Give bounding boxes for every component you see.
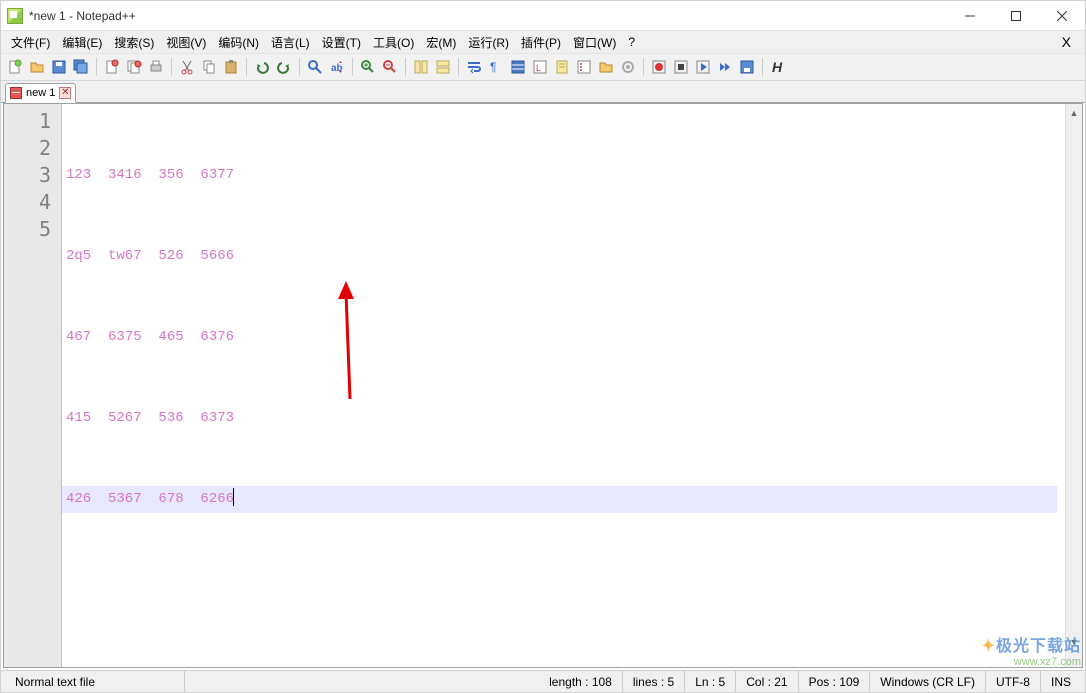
line-number: 1 bbox=[4, 108, 51, 135]
editor: 1 2 3 4 5 123 3416 356 6377 2q5 tw67 526… bbox=[3, 103, 1083, 668]
paste-icon[interactable] bbox=[221, 57, 241, 77]
app-icon bbox=[7, 8, 23, 24]
line-number: 5 bbox=[4, 216, 51, 243]
svg-text:H: H bbox=[772, 59, 783, 75]
save-macro-icon[interactable] bbox=[737, 57, 757, 77]
code-area[interactable]: 123 3416 356 6377 2q5 tw67 526 5666 467 … bbox=[62, 104, 1065, 667]
window-title: *new 1 - Notepad++ bbox=[29, 9, 136, 23]
status-lines: lines : 5 bbox=[623, 671, 685, 692]
menu-edit[interactable]: 编辑(E) bbox=[56, 32, 108, 53]
menu-run[interactable]: 运行(R) bbox=[462, 32, 515, 53]
menu-close-x[interactable]: X bbox=[1052, 32, 1081, 52]
save-all-icon[interactable] bbox=[71, 57, 91, 77]
tab-close-icon[interactable]: ✕ bbox=[59, 87, 71, 99]
menu-tools[interactable]: 工具(O) bbox=[367, 32, 420, 53]
code-line: 467 6375 465 6376 bbox=[66, 324, 1065, 351]
stop-macro-icon[interactable] bbox=[671, 57, 691, 77]
zoom-out-icon[interactable] bbox=[380, 57, 400, 77]
tabbar: new 1 ✕ bbox=[1, 81, 1085, 103]
svg-text:¶: ¶ bbox=[490, 60, 496, 74]
caret bbox=[233, 488, 234, 506]
svg-text:L: L bbox=[536, 63, 541, 73]
tab-label: new 1 bbox=[26, 87, 55, 99]
redo-icon[interactable] bbox=[274, 57, 294, 77]
undo-icon[interactable] bbox=[252, 57, 272, 77]
statusbar: Normal text file length : 108 lines : 5 … bbox=[1, 670, 1085, 692]
line-number: 3 bbox=[4, 162, 51, 189]
tab-unsaved-icon bbox=[10, 87, 22, 99]
status-eol[interactable]: Windows (CR LF) bbox=[870, 671, 986, 692]
cut-icon[interactable] bbox=[177, 57, 197, 77]
show-all-chars-icon[interactable]: ¶ bbox=[486, 57, 506, 77]
status-filetype: Normal text file bbox=[5, 671, 185, 692]
lang-icon[interactable]: L bbox=[530, 57, 550, 77]
scroll-up-icon[interactable]: ▲ bbox=[1066, 104, 1082, 121]
maximize-button[interactable] bbox=[993, 1, 1039, 31]
find-icon[interactable] bbox=[305, 57, 325, 77]
sync-v-icon[interactable] bbox=[411, 57, 431, 77]
titlebar: *new 1 - Notepad++ bbox=[1, 1, 1085, 31]
replace-icon[interactable]: ab bbox=[327, 57, 347, 77]
new-file-icon[interactable] bbox=[5, 57, 25, 77]
zoom-in-icon[interactable] bbox=[358, 57, 378, 77]
status-encoding[interactable]: UTF-8 bbox=[986, 671, 1041, 692]
doc-map-icon[interactable] bbox=[552, 57, 572, 77]
tab-new-1[interactable]: new 1 ✕ bbox=[5, 83, 76, 103]
menu-window[interactable]: 窗口(W) bbox=[567, 32, 622, 53]
play-macro-icon[interactable] bbox=[693, 57, 713, 77]
toolbar: ab ¶ L H bbox=[1, 53, 1085, 81]
status-col: Col : 21 bbox=[736, 671, 798, 692]
status-pos: Pos : 109 bbox=[799, 671, 871, 692]
menu-view[interactable]: 视图(V) bbox=[160, 32, 212, 53]
print-icon[interactable] bbox=[146, 57, 166, 77]
status-ln: Ln : 5 bbox=[685, 671, 736, 692]
folder-workspace-icon[interactable] bbox=[596, 57, 616, 77]
menu-plugins[interactable]: 插件(P) bbox=[515, 32, 567, 53]
code-line: 123 3416 356 6377 bbox=[66, 162, 1065, 189]
code-line-current: 426 5367 678 6266 bbox=[62, 486, 1057, 513]
copy-icon[interactable] bbox=[199, 57, 219, 77]
func-list-icon[interactable] bbox=[574, 57, 594, 77]
scroll-down-icon[interactable]: ▼ bbox=[1066, 633, 1082, 650]
line-number: 2 bbox=[4, 135, 51, 162]
open-file-icon[interactable] bbox=[27, 57, 47, 77]
close-file-icon[interactable] bbox=[102, 57, 122, 77]
menu-help[interactable]: ? bbox=[622, 33, 641, 51]
save-icon[interactable] bbox=[49, 57, 69, 77]
status-mode[interactable]: INS bbox=[1041, 671, 1081, 692]
play-multi-icon[interactable] bbox=[715, 57, 735, 77]
minimize-button[interactable] bbox=[947, 1, 993, 31]
line-number-gutter: 1 2 3 4 5 bbox=[4, 104, 62, 667]
menu-encoding[interactable]: 编码(N) bbox=[212, 32, 265, 53]
code-line: 415 5267 536 6373 bbox=[66, 405, 1065, 432]
vertical-scrollbar[interactable]: ▲ ▼ bbox=[1065, 104, 1082, 667]
wordwrap-icon[interactable] bbox=[464, 57, 484, 77]
menu-search[interactable]: 搜索(S) bbox=[108, 32, 160, 53]
menu-language[interactable]: 语言(L) bbox=[265, 32, 316, 53]
menu-macro[interactable]: 宏(M) bbox=[420, 32, 462, 53]
code-line: 2q5 tw67 526 5666 bbox=[66, 243, 1065, 270]
status-length: length : 108 bbox=[539, 671, 623, 692]
bold-h-icon[interactable]: H bbox=[768, 57, 788, 77]
line-number: 4 bbox=[4, 189, 51, 216]
close-all-icon[interactable] bbox=[124, 57, 144, 77]
menu-file[interactable]: 文件(F) bbox=[5, 32, 56, 53]
monitor-icon[interactable] bbox=[618, 57, 638, 77]
sync-h-icon[interactable] bbox=[433, 57, 453, 77]
menubar: 文件(F) 编辑(E) 搜索(S) 视图(V) 编码(N) 语言(L) 设置(T… bbox=[1, 31, 1085, 53]
record-macro-icon[interactable] bbox=[649, 57, 669, 77]
menu-settings[interactable]: 设置(T) bbox=[316, 32, 367, 53]
close-button[interactable] bbox=[1039, 1, 1085, 31]
indent-guide-icon[interactable] bbox=[508, 57, 528, 77]
